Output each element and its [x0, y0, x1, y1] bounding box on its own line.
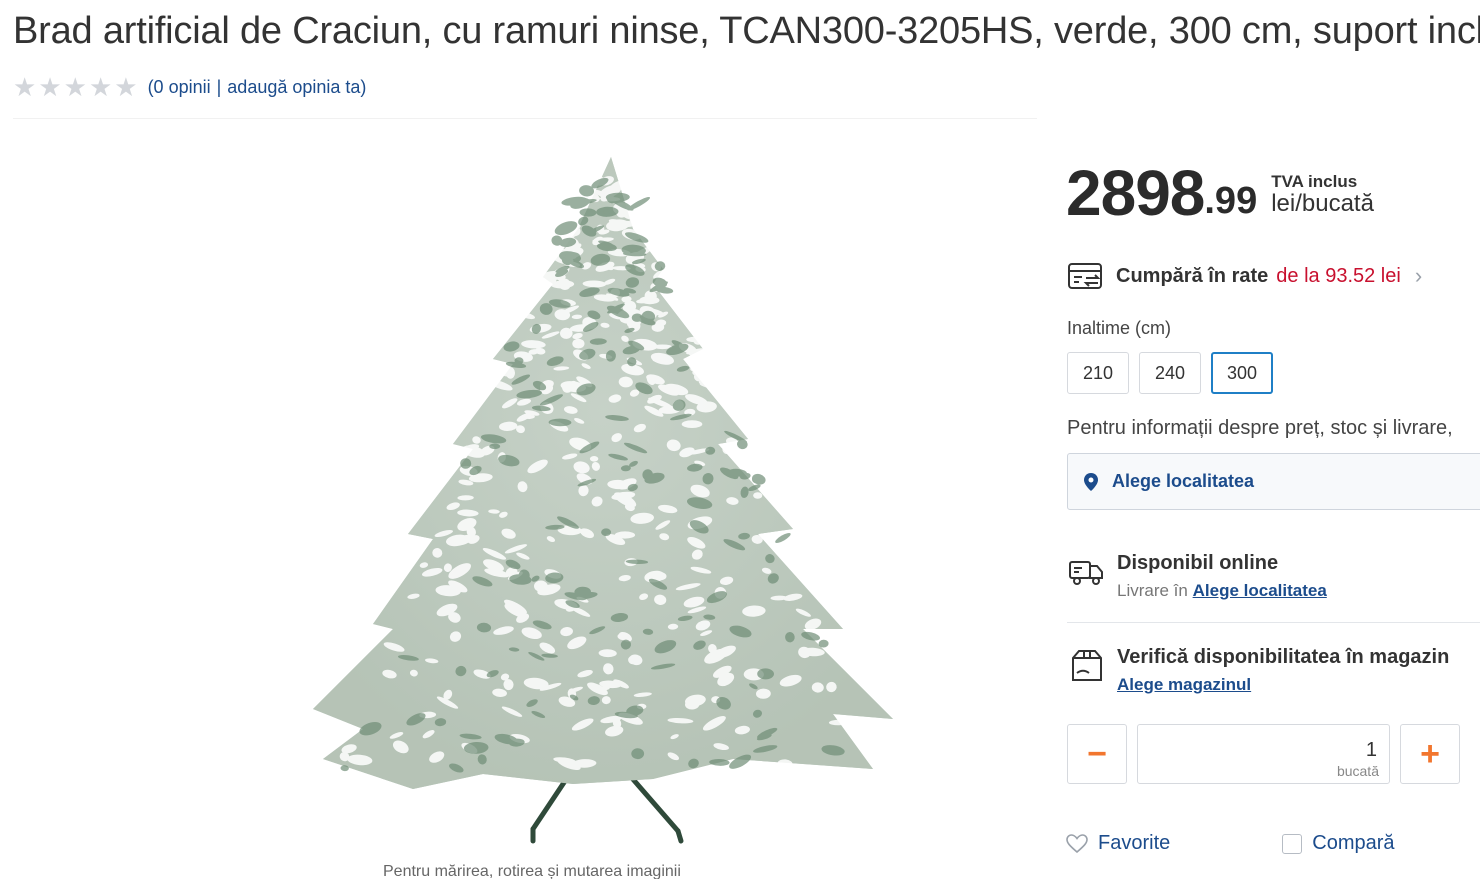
increase-quantity-button[interactable]: +	[1400, 724, 1460, 784]
installment-card-icon	[1068, 263, 1102, 289]
christmas-tree-image	[313, 157, 893, 844]
price-decimals: .99	[1204, 180, 1258, 222]
price-block: 2898 .99 TVA inclus lei/bucată	[1066, 158, 1374, 228]
choose-location-button[interactable]: Alege localitatea	[1067, 453, 1480, 510]
reviews-count-link[interactable]: (0 opinii	[148, 77, 211, 98]
favorite-button[interactable]: Favorite	[1066, 832, 1170, 855]
rating-stars[interactable]: ★ ★ ★ ★ ★	[13, 74, 138, 100]
online-availability: Disponibil online Livrare în Alege local…	[1067, 552, 1480, 601]
quantity-stepper: − bucată +	[1067, 724, 1460, 784]
star-icon: ★	[63, 72, 87, 102]
price-unit: lei/bucată	[1271, 190, 1374, 217]
product-gallery[interactable]: Pentru mărirea, rotirea și mutarea imagi…	[13, 118, 1037, 879]
star-icon: ★	[13, 72, 37, 102]
heart-icon	[1066, 833, 1088, 853]
gallery-caption: Pentru mărirea, rotirea și mutarea imagi…	[383, 863, 681, 879]
installments-from: de la 93.52 lei	[1276, 264, 1401, 287]
star-icon: ★	[114, 72, 138, 102]
delivery-truck-icon	[1069, 561, 1103, 585]
height-label: Inaltime (cm)	[1067, 318, 1172, 338]
rating-row: ★ ★ ★ ★ ★ (0 opinii | adaugă opinia ta)	[13, 74, 366, 100]
compare-toggle[interactable]: Compară	[1282, 832, 1395, 855]
star-icon: ★	[88, 72, 113, 102]
height-option-210[interactable]: 210	[1067, 352, 1129, 394]
store-title: Verifică disponibilitatea în magazin	[1117, 646, 1450, 668]
choose-location-label: Alege localitatea	[1112, 471, 1255, 491]
price-integer: 2898	[1066, 157, 1205, 229]
choose-store-link[interactable]: Alege magazinul	[1117, 675, 1251, 694]
installments-label: Cumpără în rate	[1116, 264, 1269, 287]
height-option-240[interactable]: 240	[1139, 352, 1201, 394]
availability-info-text: Pentru informații despre preț, stoc și l…	[1067, 417, 1453, 439]
height-option-300[interactable]: 300	[1211, 352, 1273, 394]
delivery-location-link[interactable]: Alege localitatea	[1193, 581, 1327, 600]
compare-label: Compară	[1312, 832, 1395, 854]
store-availability: Verifică disponibilitatea în magazin Ale…	[1067, 646, 1480, 695]
add-review-link[interactable]: adaugă opinia ta)	[227, 77, 366, 98]
quantity-unit: bucată	[1336, 763, 1379, 779]
product-actions: Favorite Compară	[1066, 832, 1395, 855]
divider	[1067, 622, 1480, 623]
tva-label: TVA inclus	[1271, 172, 1358, 191]
store-box-icon	[1072, 650, 1102, 681]
star-icon: ★	[38, 72, 62, 102]
chevron-right-icon: ›	[1414, 263, 1423, 288]
installments-link[interactable]: Cumpără în rate de la 93.52 lei ›	[1066, 258, 1422, 294]
decrease-quantity-button[interactable]: −	[1067, 724, 1127, 784]
compare-checkbox[interactable]	[1282, 833, 1303, 854]
favorite-label: Favorite	[1098, 832, 1171, 854]
quantity-input[interactable]	[1257, 739, 1377, 762]
height-options: 210 240 300	[1067, 352, 1273, 394]
online-title: Disponibil online	[1117, 552, 1279, 574]
product-title: Brad artificial de Craciun, cu ramuri ni…	[13, 10, 1480, 52]
delivery-prefix: Livrare în	[1117, 581, 1188, 600]
rating-separator: |	[216, 76, 222, 97]
location-pin-icon	[1084, 472, 1098, 491]
quantity-field[interactable]: bucată	[1137, 724, 1390, 784]
